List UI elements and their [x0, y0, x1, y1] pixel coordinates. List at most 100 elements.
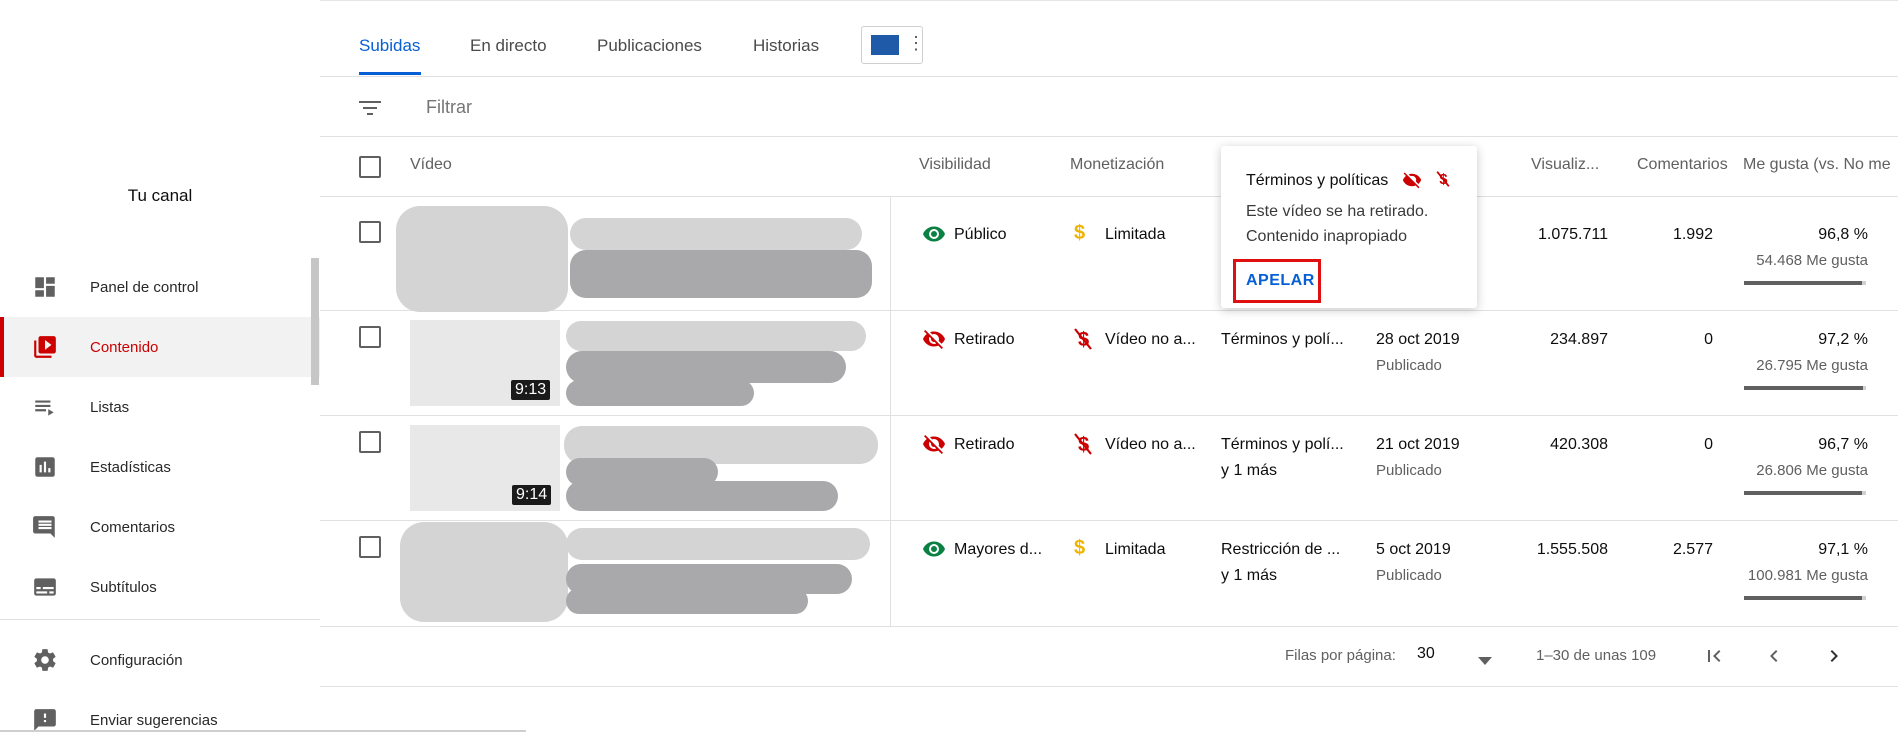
comments-count: 0 — [1704, 331, 1713, 348]
views-count: 1.075.711 — [1538, 226, 1608, 243]
visibility-status[interactable]: Mayores d... — [954, 541, 1042, 559]
likes-ratio-fill — [1744, 596, 1863, 600]
video-title-redacted[interactable] — [566, 528, 870, 560]
first-page-icon[interactable] — [1702, 644, 1726, 673]
monetization-status[interactable]: Vídeo no a... — [1105, 331, 1196, 349]
tab-posts[interactable]: Publicaciones — [597, 36, 702, 56]
monetization-status[interactable]: Limitada — [1105, 541, 1165, 559]
header-comments[interactable]: Comentarios — [1637, 156, 1728, 174]
likes-percent: 97,1 % — [1818, 541, 1868, 558]
likes-ratio-fill — [1744, 491, 1862, 495]
visibility-public-icon — [922, 222, 946, 251]
comments-count: 2.577 — [1672, 541, 1713, 558]
restrictions-more[interactable]: y 1 más — [1221, 462, 1277, 480]
likes-count: 54.468 Me gusta — [1756, 252, 1868, 269]
dashboard-icon — [31, 273, 59, 301]
upload-date: 21 oct 2019 — [1376, 436, 1460, 453]
visibility-removed-icon — [1401, 170, 1423, 195]
video-thumbnail[interactable] — [396, 206, 568, 312]
sidebar-item-label: Subtítulos — [90, 578, 157, 596]
visibility-removed-icon — [921, 432, 947, 461]
channel-thumbnail-icon — [871, 35, 899, 55]
visibility-status[interactable]: Retirado — [954, 436, 1014, 454]
video-title-redacted[interactable] — [570, 218, 862, 250]
chevron-down-icon[interactable] — [1478, 652, 1492, 670]
sidebar-item-feedback[interactable]: Enviar sugerencias — [0, 690, 320, 750]
restrictions[interactable]: Restricción de ... — [1221, 541, 1340, 559]
video-thumbnail[interactable] — [400, 522, 568, 622]
visibility-status[interactable]: Público — [954, 226, 1006, 244]
comments-icon — [31, 513, 59, 541]
likes-ratio-fill — [1744, 386, 1863, 390]
appeal-button[interactable]: APELAR — [1246, 272, 1315, 290]
row-checkbox[interactable] — [359, 221, 381, 243]
sidebar-item-comments[interactable]: Comentarios — [0, 497, 320, 557]
likes-percent: 97,2 % — [1818, 331, 1868, 348]
gear-icon — [31, 646, 59, 674]
sidebar-divider — [0, 619, 320, 620]
likes-ratio-bar — [1744, 596, 1866, 600]
views-count: 420.308 — [1550, 436, 1608, 453]
row-checkbox[interactable] — [359, 326, 381, 348]
channel-title: Tu canal — [127, 186, 193, 205]
restrictions[interactable]: Términos y polí... — [1221, 331, 1344, 349]
filter-input[interactable] — [424, 96, 1328, 119]
tab-uploads[interactable]: Subidas — [359, 36, 420, 56]
publish-status: Publicado — [1376, 462, 1442, 479]
row-checkbox[interactable] — [359, 431, 381, 453]
sidebar-item-settings[interactable]: Configuración — [0, 630, 320, 690]
header-views[interactable]: Visualiz... — [1531, 156, 1599, 174]
upload-date: 28 oct 2019 — [1376, 331, 1460, 348]
popup-message: Este vídeo se ha retirado. — [1246, 203, 1429, 220]
pagination-range: 1–30 de unas 109 — [1536, 647, 1657, 664]
restrictions[interactable]: Términos y polí... — [1221, 436, 1344, 454]
video-description-redacted — [570, 250, 872, 298]
sidebar-item-content[interactable]: Contenido — [0, 317, 320, 377]
visibility-removed-icon — [921, 327, 947, 356]
visibility-status[interactable]: Retirado — [954, 331, 1014, 349]
video-description-redacted — [566, 380, 754, 406]
visibility-public-icon — [922, 537, 946, 566]
monetization-off-icon: $ — [1435, 168, 1451, 195]
restrictions-popup: Términos y políticas $ Este vídeo se ha … — [1221, 146, 1477, 308]
sidebar-item-analytics[interactable]: Estadísticas — [0, 437, 320, 497]
publish-status: Publicado — [1376, 357, 1442, 374]
select-all-checkbox[interactable] — [359, 156, 381, 178]
restrictions-more[interactable]: y 1 más — [1221, 567, 1277, 585]
sidebar-item-dashboard[interactable]: Panel de control — [0, 257, 320, 317]
tab-live[interactable]: En directo — [470, 36, 547, 56]
rows-per-page-label: Filas por página: — [1285, 647, 1396, 664]
views-count: 1.555.508 — [1536, 541, 1608, 558]
sidebar-item-label: Comentarios — [90, 518, 176, 536]
monetization-off-icon: $ — [1072, 431, 1094, 462]
header-video[interactable]: Vídeo — [410, 156, 452, 174]
tab-active-indicator — [359, 72, 421, 75]
header-monetization[interactable]: Monetización — [1070, 156, 1164, 174]
content-icon — [31, 333, 59, 361]
header-likes[interactable]: Me gusta (vs. No me — [1743, 156, 1891, 174]
monetization-status[interactable]: Vídeo no a... — [1105, 436, 1196, 454]
rows-per-page-select[interactable]: 30 — [1417, 645, 1435, 663]
footer-bottom-divider — [320, 686, 1898, 687]
tab-stories[interactable]: Historias — [753, 36, 819, 56]
video-description-redacted — [566, 588, 808, 614]
sidebar-scrollbar[interactable] — [311, 258, 319, 385]
likes-count: 26.795 Me gusta — [1756, 357, 1868, 374]
monetization-off-icon: $ — [1072, 326, 1094, 357]
row-checkbox[interactable] — [359, 536, 381, 558]
next-page-icon[interactable] — [1822, 644, 1846, 673]
filter-icon[interactable] — [356, 96, 384, 120]
sidebar-item-playlists[interactable]: Listas — [0, 377, 320, 437]
more-vert-icon: ⋮ — [907, 33, 925, 53]
channel-switcher-button[interactable]: ⋮ — [861, 26, 925, 64]
upload-date: 5 oct 2019 — [1376, 541, 1451, 558]
publish-status: Publicado — [1376, 567, 1442, 584]
video-title-redacted[interactable] — [566, 321, 866, 351]
monetization-status[interactable]: Limitada — [1105, 226, 1165, 244]
header-visibility[interactable]: Visibilidad — [919, 156, 991, 174]
previous-page-icon[interactable] — [1762, 644, 1786, 673]
row-divider — [320, 415, 1898, 416]
comments-count: 1.992 — [1672, 226, 1713, 243]
sidebar-item-subtitles[interactable]: Subtítulos — [0, 557, 320, 617]
sidebar-item-label: Listas — [90, 398, 130, 416]
